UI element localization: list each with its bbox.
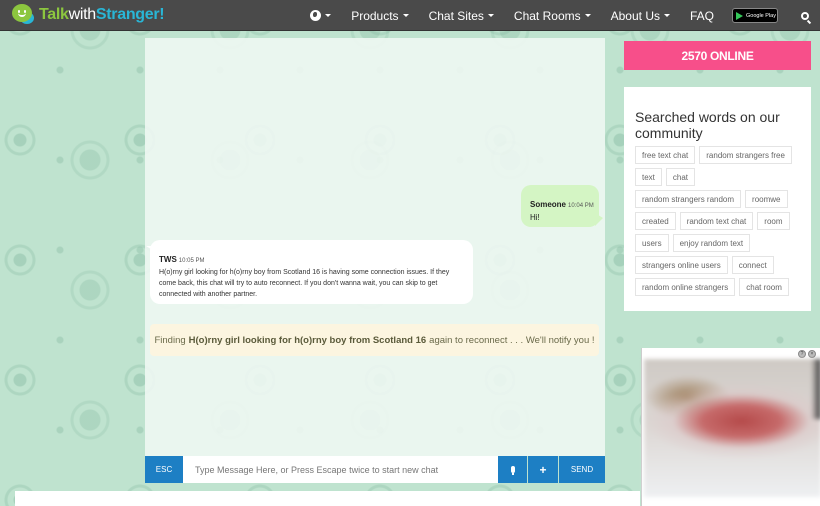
add-attachment-button[interactable]: +: [528, 456, 558, 483]
nav-menu: Products Chat Sites Chat Rooms About Us …: [300, 0, 820, 31]
tag[interactable]: random strangers free: [699, 146, 792, 164]
message-time: 10:04 PM: [568, 203, 594, 209]
tag[interactable]: chat: [665, 168, 696, 186]
play-store-icon: [736, 11, 743, 20]
searched-words-title: Searched words on our community: [635, 109, 780, 141]
chat-message-incoming: TWS 10:05 PM H(o)rny girl looking for h(o…: [146, 240, 473, 304]
tag[interactable]: random strangers random: [635, 190, 742, 208]
language-dropdown[interactable]: [300, 0, 341, 31]
send-button[interactable]: SEND: [559, 456, 605, 483]
search-icon: [801, 11, 809, 20]
partner-name: H(o)rny girl looking for h(o)rny boy fro…: [188, 334, 427, 346]
tag[interactable]: chat room: [739, 278, 789, 296]
microphone-icon: [510, 466, 515, 475]
video-popup: ? ×: [641, 348, 820, 506]
caret-down-icon: [584, 14, 591, 17]
tag[interactable]: connect: [731, 256, 774, 274]
tag[interactable]: strangers online users: [635, 256, 728, 274]
navbar: TalkwithStranger! Products Chat Sites Ch…: [0, 0, 820, 31]
nav-faq[interactable]: FAQ: [680, 0, 724, 31]
tag-list: free text chat random strangers free tex…: [635, 146, 801, 296]
tag[interactable]: random online strangers: [635, 278, 736, 296]
message-sender: TWS: [159, 255, 177, 264]
tag[interactable]: room: [757, 212, 790, 230]
tag[interactable]: text: [635, 168, 662, 186]
tag[interactable]: users: [635, 234, 669, 252]
message-text: Hi!: [530, 213, 540, 222]
searched-words-card: Searched words on our community free tex…: [624, 87, 811, 311]
google-play-badge[interactable]: Google Play: [732, 8, 778, 23]
video-controls: ? ×: [798, 350, 816, 358]
message-sender: Someone: [530, 200, 567, 209]
message-input[interactable]: [183, 456, 498, 483]
chat-bubble-logo-icon: [12, 4, 36, 26]
caret-down-icon: [402, 14, 409, 17]
reconnect-notice: Finding H(o)rny girl looking for h(o)rny …: [150, 324, 599, 356]
logo-text: TalkwithStranger!: [39, 6, 165, 23]
tag[interactable]: free text chat: [635, 146, 696, 164]
video-frame[interactable]: [644, 359, 820, 497]
nav-chat-rooms[interactable]: Chat Rooms: [504, 0, 601, 31]
logo[interactable]: TalkwithStranger!: [12, 0, 165, 31]
search-button[interactable]: [790, 0, 820, 31]
globe-icon: [310, 10, 322, 21]
tag[interactable]: roomwe: [745, 190, 788, 208]
chat-message-outgoing: Someone 10:04 PM Hi!: [521, 185, 603, 227]
nav-products[interactable]: Products: [341, 0, 418, 31]
message-input-bar: ESC + SEND: [145, 456, 605, 483]
close-icon[interactable]: ×: [808, 350, 816, 358]
microphone-button[interactable]: [498, 456, 527, 483]
tag[interactable]: random text chat: [679, 212, 754, 230]
caret-down-icon: [487, 14, 494, 17]
nav-about-us[interactable]: About Us: [601, 0, 680, 31]
caret-down-icon: [325, 14, 332, 17]
footer-panel: [15, 491, 640, 506]
message-text: H(o)rny girl looking for h(o)rny boy fro…: [159, 269, 450, 298]
help-icon[interactable]: ?: [798, 350, 806, 358]
online-count-badge: 2570 ONLINE: [624, 41, 811, 70]
nav-chat-sites[interactable]: Chat Sites: [419, 0, 504, 31]
caret-down-icon: [663, 14, 670, 17]
esc-button[interactable]: ESC: [145, 456, 183, 483]
tag[interactable]: created: [635, 212, 676, 230]
message-time: 10:05 PM: [178, 258, 205, 264]
tag[interactable]: enjoy random text: [672, 234, 751, 252]
